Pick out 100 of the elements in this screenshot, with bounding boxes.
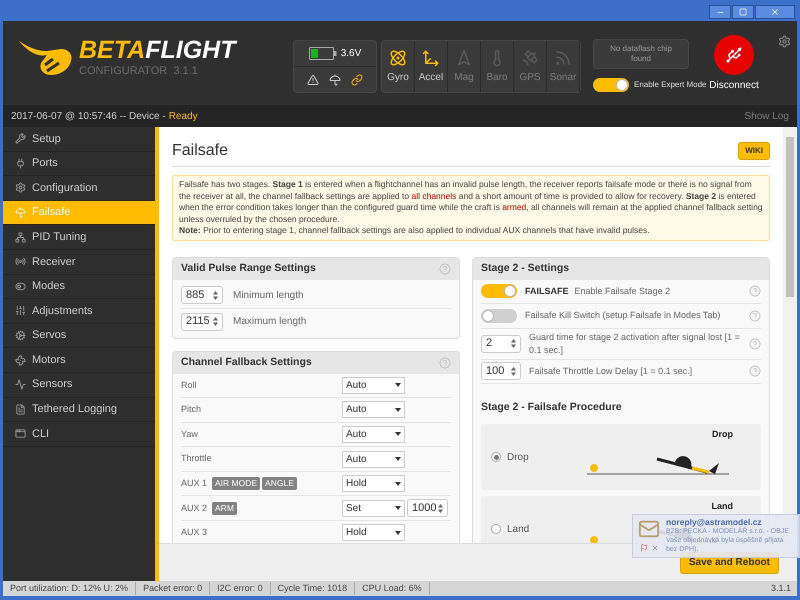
caret-icon — [395, 408, 401, 412]
channel-label: Pitch — [181, 403, 202, 416]
channel-label: Roll — [181, 378, 197, 392]
usb-icon — [725, 46, 743, 64]
link-icon — [351, 74, 363, 86]
dataflash-panel: No dataflash chip found — [593, 39, 689, 69]
document-icon — [15, 404, 26, 415]
spinner-arrows-icon[interactable] — [438, 504, 443, 513]
disconnect-label: Disconnect — [709, 79, 759, 93]
version-label: 3.1.1 — [770, 582, 792, 595]
spinner-arrows-icon[interactable] — [213, 317, 218, 326]
status-item: CPU Load: 6% — [355, 582, 430, 596]
help-icon[interactable] — [749, 310, 761, 322]
warning-icon — [307, 74, 319, 86]
number-field[interactable]: 885 — [181, 286, 223, 304]
page-title: Failsafe — [172, 141, 228, 161]
caret-icon — [395, 482, 401, 486]
close-button[interactable] — [755, 5, 795, 19]
number-field[interactable]: 100 — [481, 362, 521, 380]
status-item: Packet error: 0 — [136, 582, 210, 596]
network-icon — [15, 232, 26, 243]
help-icon[interactable] — [749, 285, 761, 298]
caret-icon — [395, 383, 401, 388]
fan-icon — [15, 354, 26, 366]
envelope-icon — [636, 518, 662, 540]
logo-subtitle: CONFIGURATOR 3.1.1 — [79, 64, 199, 79]
battery-icon — [308, 47, 337, 60]
close-icon — [770, 7, 780, 17]
channel-label: Yaw — [181, 428, 198, 441]
logo-text: BETA — [79, 36, 146, 63]
disconnect-button[interactable] — [714, 35, 754, 75]
setting-label: Failsafe Kill Switch (setup Failsafe in Modes Tab) — [525, 309, 720, 322]
procedure-label: Drop — [507, 450, 530, 465]
setting-label: Guard time for stage 2 activation after signal lost [1 = 0.1 sec.] — [529, 330, 741, 357]
caret-icon — [395, 506, 401, 510]
toggle-switch[interactable] — [481, 308, 517, 323]
fallback-select[interactable]: Set — [342, 500, 405, 517]
atom-icon — [389, 48, 407, 66]
sensor-label: Accel — [418, 70, 444, 84]
number-field[interactable]: 2 — [481, 334, 521, 353]
section-title: Stage 2 - Failsafe Procedure — [480, 400, 623, 416]
status-item: Cycle Time: 1018 — [270, 582, 356, 596]
sensor-label: GPS — [519, 70, 541, 84]
sensor-label: Sonar — [550, 70, 576, 84]
wiki-button[interactable]: WIKI — [738, 142, 770, 160]
channel-label: AUX 2 — [181, 502, 208, 515]
status-item: I2C error: 0 — [210, 582, 271, 596]
cog-icon — [15, 330, 26, 342]
dismiss-icon[interactable] — [650, 544, 658, 552]
window-icon — [15, 428, 26, 440]
gear-icon — [15, 182, 26, 194]
spinner-arrows-icon[interactable] — [511, 339, 516, 348]
umbrella-icon — [15, 207, 26, 218]
radio-button[interactable] — [491, 452, 501, 462]
flag-icon[interactable] — [640, 544, 648, 552]
channel-label: AUX 1 — [181, 476, 208, 490]
connection-log: 2017-06-07 @ 10:57:46 -- Device - — [11, 110, 166, 124]
fallback-select[interactable]: Hold — [342, 475, 405, 492]
number-field[interactable]: 2115 — [181, 312, 223, 330]
sensor-label: Gyro — [387, 70, 409, 84]
spinner-arrows-icon[interactable] — [511, 366, 516, 376]
setting-label: Failsafe Throttle Low Delay [1 = 0.1 sec.] — [529, 364, 692, 378]
toggle-switch[interactable] — [593, 78, 629, 92]
compass-icon — [455, 48, 473, 66]
fallback-select[interactable]: Auto — [342, 450, 405, 468]
connection-state: Ready — [168, 110, 198, 124]
help-icon[interactable] — [749, 338, 761, 350]
help-icon[interactable] — [749, 365, 761, 378]
channel-label: AUX 3 — [181, 526, 208, 540]
note-paragraph: Note: Prior to entering stage 1, channel fallback settings are also applied to individual AUX channels that have invalid pulses. — [179, 225, 651, 236]
maximize-button[interactable] — [732, 5, 754, 19]
toggle-icon — [15, 280, 26, 292]
status-item: Port utilization: D: 12% U: 2% — [3, 582, 136, 596]
caret-icon — [395, 530, 401, 535]
number-field[interactable]: 1000 — [407, 499, 448, 518]
spinner-arrows-icon[interactable] — [213, 290, 218, 300]
feature-tag: FAILSAFE — [525, 284, 569, 298]
radio-icon — [15, 256, 26, 268]
axes-icon — [422, 48, 440, 66]
fallback-select[interactable]: Auto — [342, 401, 405, 418]
notification-sender: noreply@astramodel.cz — [666, 518, 763, 527]
fallback-select[interactable]: Auto — [342, 376, 405, 394]
plug-icon — [15, 158, 26, 169]
umbrella-icon — [329, 74, 341, 86]
procedure-caption: Land — [712, 500, 733, 514]
note-paragraph: Failsafe has two stages. Stage 1 is entered when a flightchannel has an invalid pulse length, the receiver reports failsafe mode or there is no signal from the receiver at all, the channel fallback settings are applied to all channels and a short amount of time is provided to allow for recovery. Stage 2 is entered when the error condition takes longer than the configured guard time while the craft is armed, all channels will remain at the applied channel fallback setting unless overruled by the chosen procedure. — [179, 179, 763, 225]
toggle-switch[interactable] — [481, 284, 517, 298]
wrench-icon — [15, 133, 26, 144]
sensor-label: Baro — [486, 70, 508, 84]
caret-icon — [395, 432, 401, 436]
fallback-select[interactable]: Auto — [342, 426, 405, 443]
mode-tag: AIR MODE — [212, 477, 260, 490]
expert-mode-label: Enable Expert Mode — [634, 79, 706, 91]
procedure-card[interactable]: Drop Drop — [481, 424, 761, 490]
panel-title: Channel Fallback Settings — [181, 354, 312, 370]
panel-title: Valid Pulse Range Settings — [181, 260, 316, 276]
satellite-icon — [521, 48, 539, 66]
fallback-select[interactable]: Hold — [342, 524, 405, 542]
radio-button[interactable] — [491, 524, 501, 534]
settings-icon[interactable] — [778, 35, 791, 48]
